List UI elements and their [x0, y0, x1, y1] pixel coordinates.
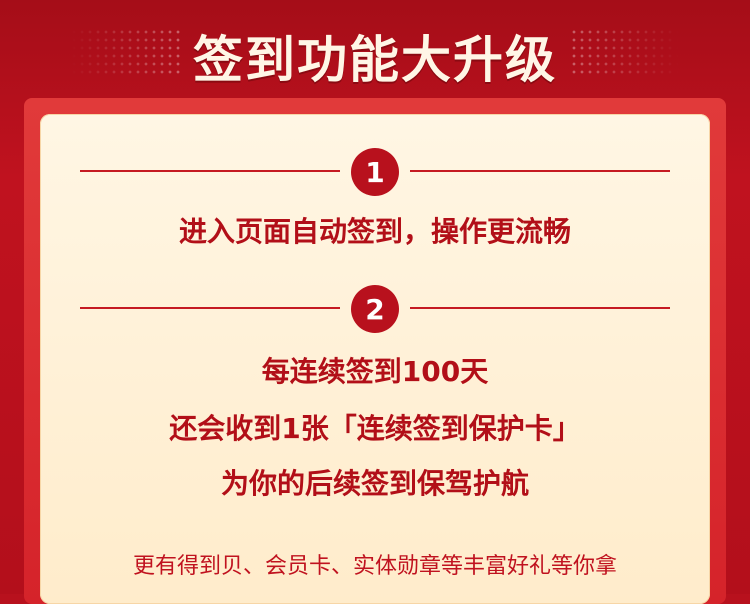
- divider-right-1: [410, 170, 670, 172]
- step-number-badge-1: 1: [351, 148, 399, 196]
- step-2-line-1: 每连续签到100天: [261, 355, 489, 388]
- step-number-badge-2: 2: [351, 285, 399, 333]
- divider-right-2: [410, 307, 670, 309]
- footer-note: 更有得到贝、会员卡、实体勋章等丰富好礼等你拿: [132, 554, 617, 579]
- step-1-line-1: 进入页面自动签到，操作更流畅: [178, 215, 571, 248]
- divider-left-1: [80, 170, 340, 172]
- divider-left-2: [80, 307, 340, 309]
- step-2-line-2: 还会收到1张「连续签到保护卡」: [169, 412, 581, 445]
- page-title: 签到功能大升级: [193, 31, 557, 89]
- step-2-line-3: 为你的后续签到保驾护航: [220, 467, 529, 500]
